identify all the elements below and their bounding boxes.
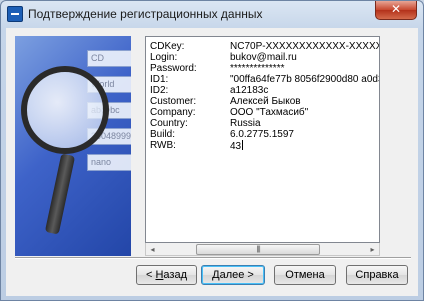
- info-key: CDKey:: [150, 41, 185, 52]
- cancel-button[interactable]: Отмена: [274, 265, 336, 285]
- info-key: Customer:: [150, 96, 197, 107]
- magnifier-lens: [21, 66, 109, 154]
- info-key: ID2:: [150, 85, 169, 96]
- info-key: ID1:: [150, 74, 169, 85]
- magnifier-handle: [44, 153, 76, 235]
- dialog-window: Подтверждение регистрационных данных ✕ C…: [0, 0, 424, 301]
- illustration-field: CD: [87, 50, 131, 67]
- close-button[interactable]: ✕: [375, 1, 417, 20]
- info-value: bukov@mail.ru: [230, 52, 297, 63]
- window-title: Подтверждение регистрационных данных: [28, 7, 263, 21]
- info-value: 6.0.2775.1597: [230, 129, 294, 140]
- info-key: Password:: [150, 63, 197, 74]
- illustration-field: nano: [87, 154, 131, 171]
- info-key: Company:: [150, 107, 196, 118]
- info-key: Build:: [150, 129, 176, 140]
- next-button[interactable]: Далее >: [201, 265, 265, 285]
- registration-info-text[interactable]: CDKey: NC70P-XXXXXXXXXXXX-XXXXX Login: b…: [145, 36, 380, 243]
- dialog-client-area: CD World ab@bc 30048999 nano CDKey: NC70…: [6, 28, 418, 296]
- info-value: "00ffa64fe77b 8056f2900d80 a0d3c: [230, 74, 380, 85]
- text-caret: [242, 140, 244, 150]
- info-value: **************: [230, 63, 285, 74]
- scroll-right-arrow-icon[interactable]: ▸: [368, 245, 377, 254]
- info-key: Login:: [150, 52, 178, 63]
- horizontal-scrollbar[interactable]: ◂ |||| ▸: [145, 243, 380, 256]
- info-value: Russia: [230, 118, 261, 129]
- back-button[interactable]: < Назад: [136, 265, 197, 285]
- info-value: ООО "Тахмасиб": [230, 107, 309, 118]
- button-divider: [15, 257, 411, 259]
- info-value: a12183c: [230, 85, 269, 96]
- info-value: NC70P-XXXXXXXXXXXX-XXXXX: [230, 41, 380, 52]
- back-button-rest: азад: [163, 269, 187, 281]
- rwb-value: 43: [230, 141, 242, 152]
- info-value: Алексей Быков: [230, 96, 301, 107]
- info-value: 43: [230, 140, 244, 152]
- title-bar[interactable]: Подтверждение регистрационных данных ✕: [1, 1, 423, 27]
- scroll-thumb[interactable]: ||||: [196, 244, 320, 255]
- scroll-left-arrow-icon[interactable]: ◂: [148, 245, 157, 254]
- help-button[interactable]: Справка: [346, 265, 408, 285]
- app-icon: [7, 6, 23, 22]
- info-key: RWB:: [150, 140, 176, 151]
- info-key: Country:: [150, 118, 188, 129]
- magnifier-illustration: CD World ab@bc 30048999 nano: [15, 36, 131, 256]
